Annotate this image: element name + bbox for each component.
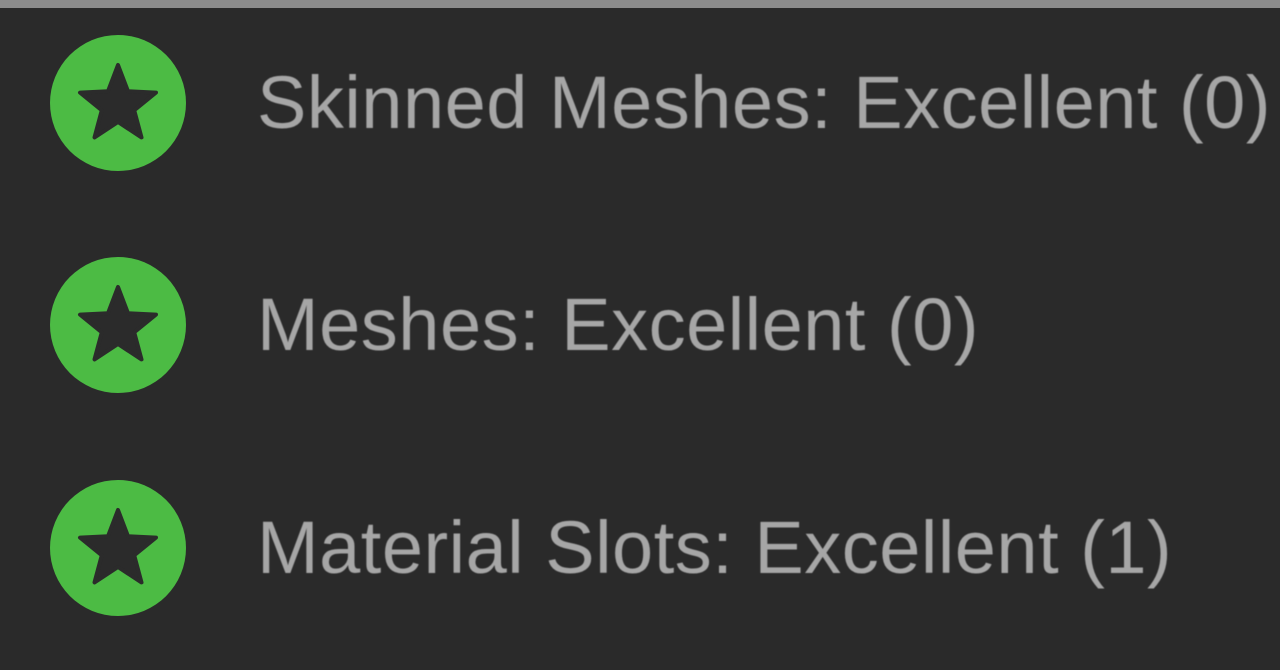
- excellent-star-icon: [48, 33, 188, 173]
- stat-row-meshes: Meshes: Excellent (0): [0, 250, 1280, 400]
- excellent-star-icon: [48, 478, 188, 618]
- excellent-star-icon: [48, 255, 188, 395]
- panel-top-border: [0, 0, 1280, 8]
- stat-label: Skinned Meshes: Excellent (0): [257, 61, 1271, 144]
- stat-row-skinned-meshes: Skinned Meshes: Excellent (0): [0, 28, 1280, 178]
- performance-stats-panel: Skinned Meshes: Excellent (0) Meshes: Ex…: [0, 0, 1280, 670]
- stat-label: Meshes: Excellent (0): [257, 283, 979, 366]
- stat-label: Material Slots: Excellent (1): [257, 506, 1173, 589]
- stat-row-material-slots: Material Slots: Excellent (1): [0, 473, 1280, 623]
